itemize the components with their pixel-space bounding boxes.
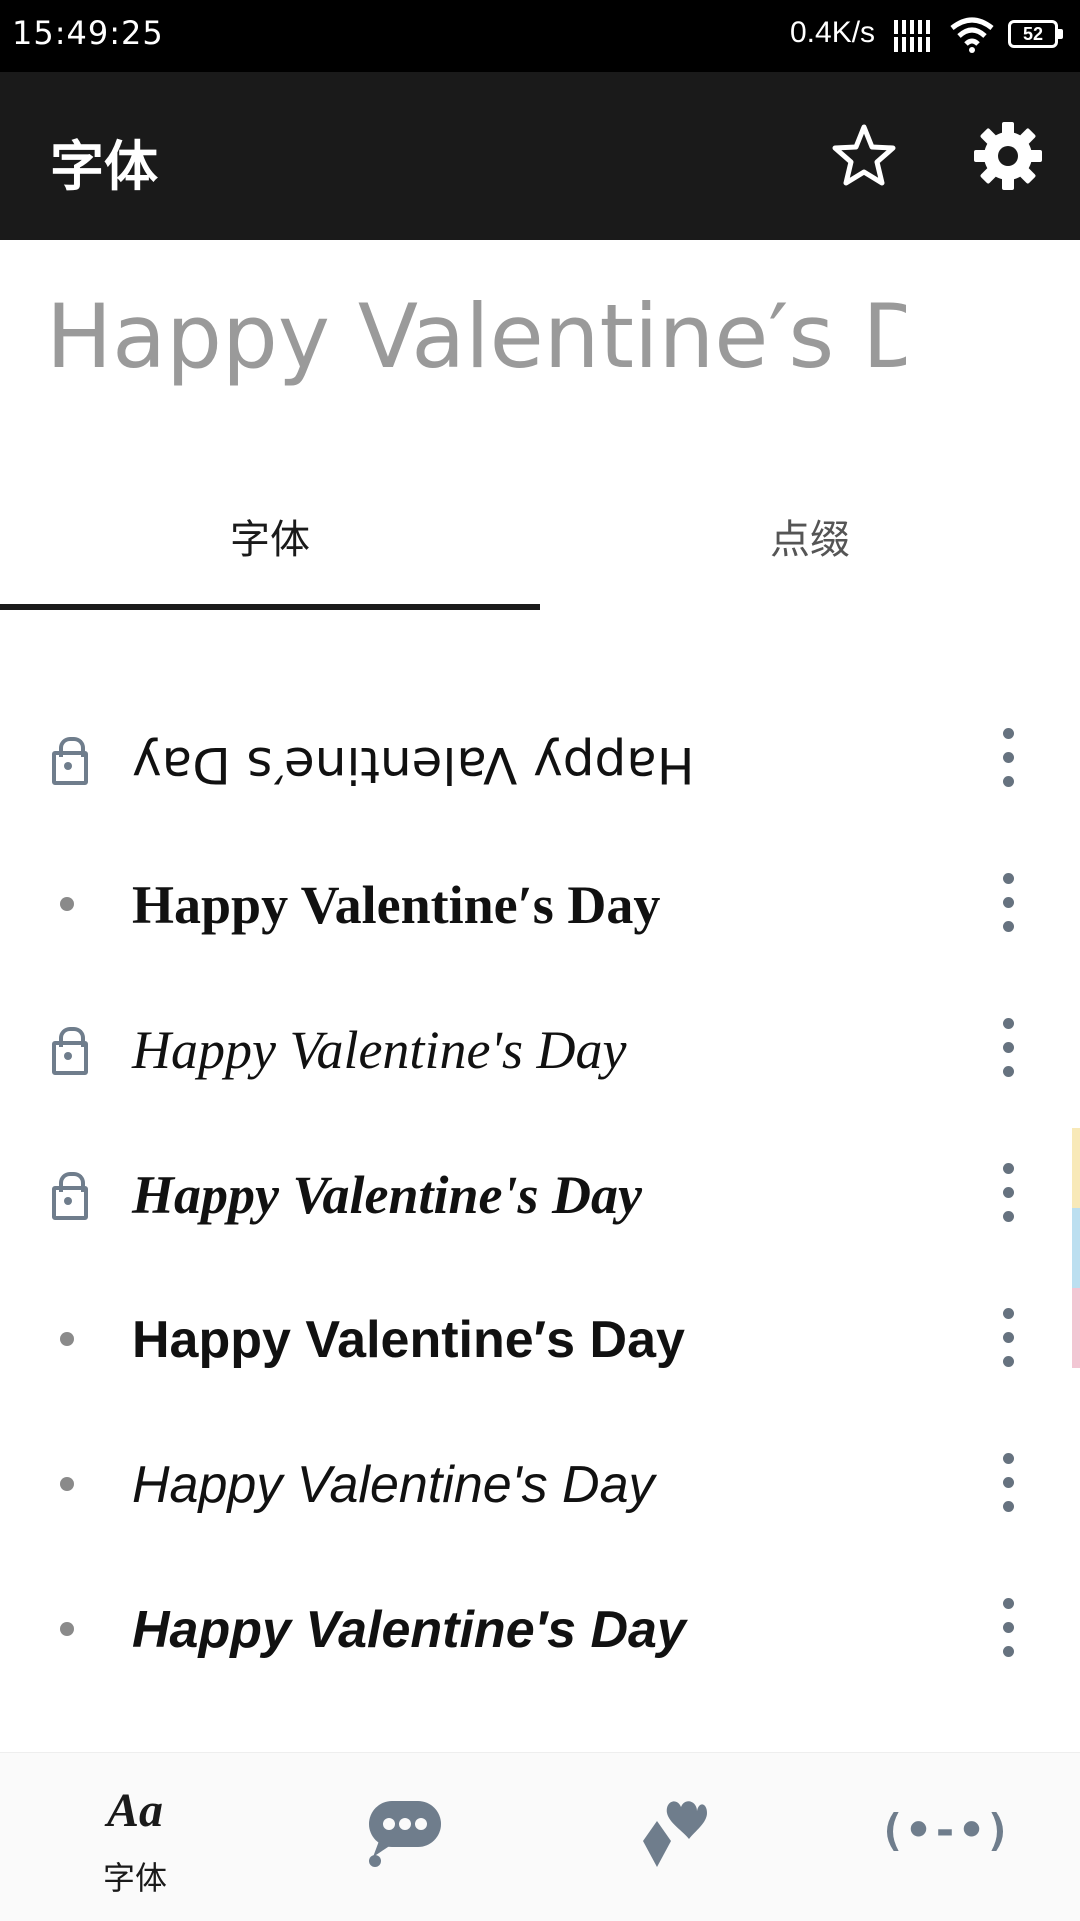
more-options-icon[interactable]: [985, 1163, 1031, 1223]
bullet-dot-icon: [60, 897, 74, 911]
font-list-item[interactable]: Happy Valentine′s Day: [0, 1555, 1080, 1700]
color-scroll-indicator[interactable]: [1072, 1128, 1080, 1368]
more-options-icon[interactable]: [985, 1453, 1031, 1513]
tab-bar: 字体 点缀: [0, 490, 1080, 612]
nav-fonts-label: 字体: [102, 1859, 167, 1897]
font-list-item[interactable]: Happy Valentine′s Day: [0, 830, 1080, 975]
font-sample: Happy Valentine′s Day: [132, 1311, 685, 1369]
chat-bubble-icon: [369, 1801, 441, 1867]
font-list-item[interactable]: Happy Valentine's Day: [0, 975, 1080, 1120]
signal-icon: [893, 20, 935, 52]
font-list-item[interactable]: Happy Valentine′s Day: [0, 1265, 1080, 1410]
bullet-dot-icon: [60, 1332, 74, 1346]
more-options-icon[interactable]: [985, 1308, 1031, 1368]
bullet-dot-icon: [60, 1622, 74, 1636]
bullet-dot-icon: [60, 1477, 74, 1491]
nav-symbols[interactable]: [540, 1753, 810, 1921]
status-time: 15:49:25: [12, 14, 164, 52]
font-list-item[interactable]: Happy Valentine's Day: [0, 1120, 1080, 1265]
bottom-navigation: Aa 字体 (•-•): [0, 1752, 1080, 1921]
font-list: Happy Valentine′s Day Happy Valentine′s …: [0, 685, 1080, 1700]
star-icon[interactable]: [830, 122, 898, 190]
network-speed: 0.4K/s: [790, 16, 876, 49]
nav-emoticons[interactable]: (•-•): [810, 1753, 1080, 1921]
more-options-icon[interactable]: [985, 873, 1031, 933]
preview-text-input[interactable]: Happy Valentine′s Day: [46, 282, 906, 392]
gear-icon[interactable]: [972, 120, 1044, 192]
font-sample: Happy Valentine's Day: [132, 1456, 655, 1514]
lock-icon: [48, 1025, 92, 1075]
nav-chat[interactable]: [270, 1753, 540, 1921]
wifi-icon: [950, 17, 994, 53]
more-options-icon[interactable]: [985, 728, 1031, 788]
font-sample: Happy Valentine′s Day: [132, 736, 695, 794]
app-bar: 字体: [0, 72, 1080, 240]
font-sample: Happy Valentine′s Day: [132, 1601, 686, 1659]
page-title: 字体: [50, 135, 158, 198]
more-options-icon[interactable]: [985, 1598, 1031, 1658]
lock-icon: [48, 735, 92, 785]
font-sample: Happy Valentine's Day: [132, 1165, 642, 1225]
nav-fonts[interactable]: Aa 字体: [0, 1753, 270, 1921]
emoticon-icon: (•-•): [878, 1805, 1012, 1856]
font-sample: Happy Valentine′s Day: [132, 875, 661, 935]
tab-fonts[interactable]: 字体: [0, 490, 540, 612]
tab-indicator: [0, 604, 540, 610]
font-aa-icon: Aa: [106, 1784, 163, 1837]
font-list-item[interactable]: Happy Valentine's Day: [0, 1410, 1080, 1555]
tab-decorations[interactable]: 点缀: [540, 490, 1080, 612]
more-options-icon[interactable]: [985, 1018, 1031, 1078]
battery-level: 52: [1022, 24, 1044, 44]
status-bar: 15:49:25 0.4K/s 52: [0, 0, 1080, 72]
font-sample: Happy Valentine's Day: [132, 1020, 627, 1080]
lock-icon: [48, 1170, 92, 1220]
battery-icon: 52: [1008, 20, 1064, 50]
font-list-item[interactable]: Happy Valentine′s Day: [0, 685, 1080, 830]
diamond-heart-icon: [643, 1801, 707, 1867]
